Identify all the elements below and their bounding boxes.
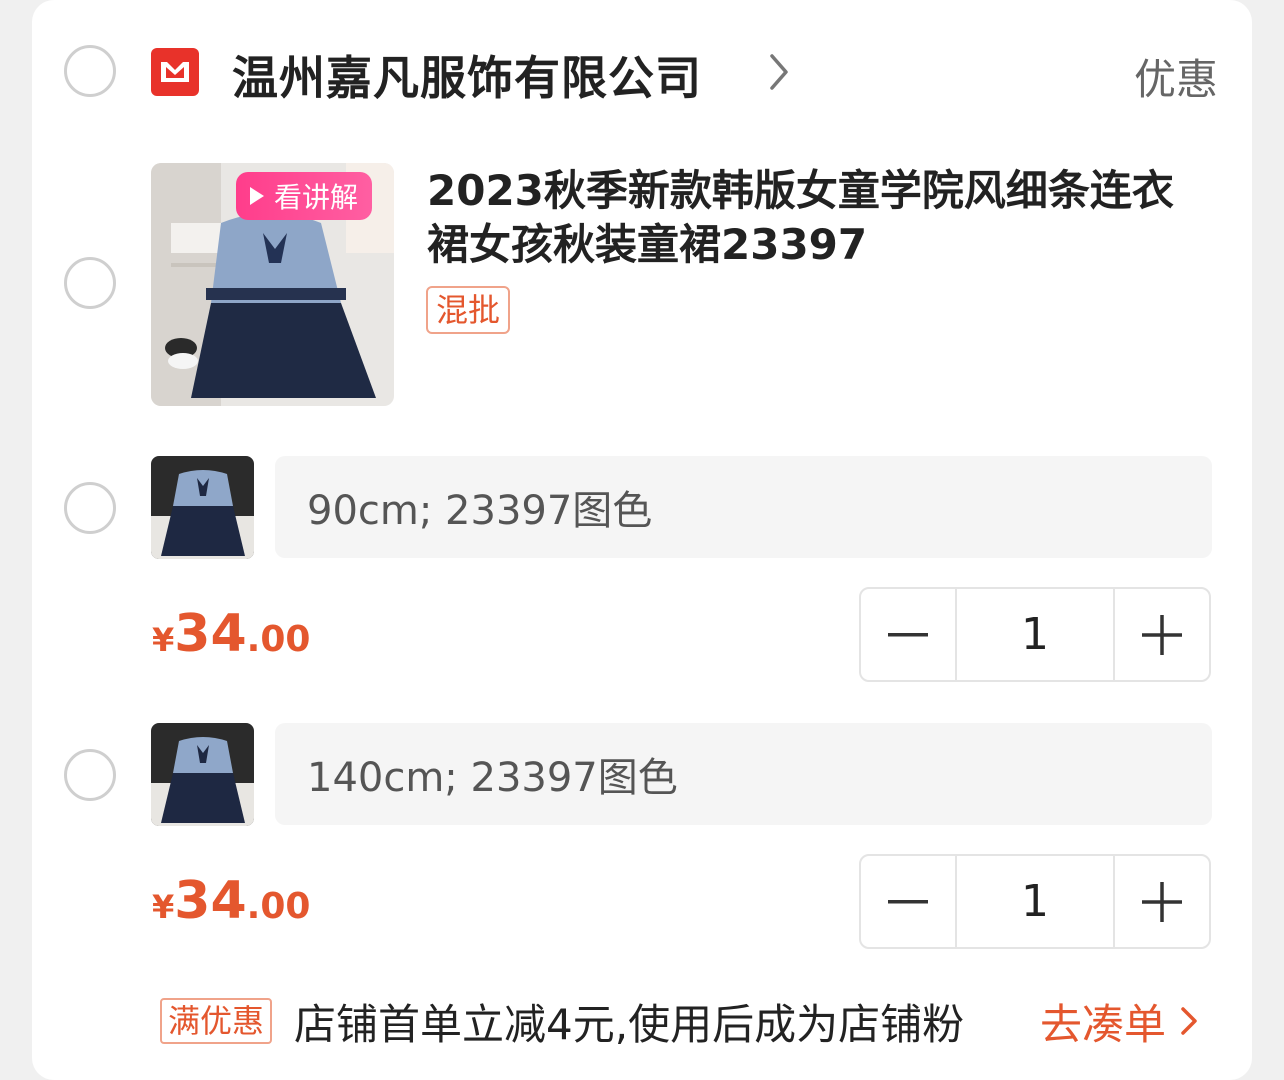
shop-name[interactable]: 温州嘉凡服饰有限公司	[232, 42, 702, 108]
minus-button[interactable]	[861, 589, 955, 680]
chevron-right-icon[interactable]	[768, 52, 790, 92]
shop-select-radio[interactable]	[64, 45, 116, 97]
minus-button[interactable]	[861, 856, 955, 947]
mixed-batch-tag: 混批	[426, 286, 511, 334]
quantity-stepper: 1	[859, 854, 1211, 949]
add-more-link[interactable]: 去凑单	[1040, 991, 1198, 1052]
plus-button[interactable]	[1115, 589, 1209, 680]
quantity-input[interactable]: 1	[955, 856, 1115, 947]
product-title[interactable]: 2023秋季新款韩版女童学院风细条连衣裙女孩秋装童裙23397	[427, 164, 1207, 272]
sku-select-radio[interactable]	[64, 749, 116, 801]
plus-icon	[1142, 614, 1182, 655]
minus-icon	[888, 632, 928, 636]
price-symbol: ¥	[152, 888, 175, 926]
shop-logo-icon	[151, 48, 199, 96]
sku-price: ¥34.00	[152, 871, 310, 931]
sku-spec[interactable]: 140cm; 23397图色	[275, 723, 1212, 825]
chevron-right-icon	[1181, 1007, 1197, 1035]
shop-promo-link[interactable]: 优惠	[1134, 46, 1218, 107]
video-badge-label: 看讲解	[274, 181, 359, 214]
plus-button[interactable]	[1115, 856, 1209, 947]
quantity-input[interactable]: 1	[955, 589, 1115, 680]
plus-icon	[1142, 881, 1182, 922]
price-integer: 34	[174, 871, 247, 931]
promo-text: 店铺首单立减4元,使用后成为店铺粉	[294, 999, 965, 1049]
sku-spec[interactable]: 90cm; 23397图色	[275, 456, 1212, 558]
play-icon	[250, 187, 264, 205]
sku-select-radio[interactable]	[64, 482, 116, 534]
price-decimal: .00	[246, 886, 311, 927]
quantity-stepper: 1	[859, 587, 1211, 682]
product-select-radio[interactable]	[64, 257, 116, 309]
price-integer: 34	[174, 604, 247, 664]
store-promo-bar: 满优惠 店铺首单立减4元,使用后成为店铺粉 去凑单	[160, 994, 1230, 1049]
price-decimal: .00	[246, 619, 311, 660]
sku-price: ¥34.00	[152, 604, 310, 664]
minus-icon	[888, 899, 928, 903]
sku-thumbnail[interactable]	[151, 723, 254, 826]
price-symbol: ¥	[152, 621, 175, 659]
full-discount-tag: 满优惠	[160, 998, 273, 1044]
add-more-label: 去凑单	[1040, 999, 1167, 1049]
video-explain-button[interactable]: 看讲解	[236, 172, 373, 220]
sku-thumbnail[interactable]	[151, 456, 254, 559]
